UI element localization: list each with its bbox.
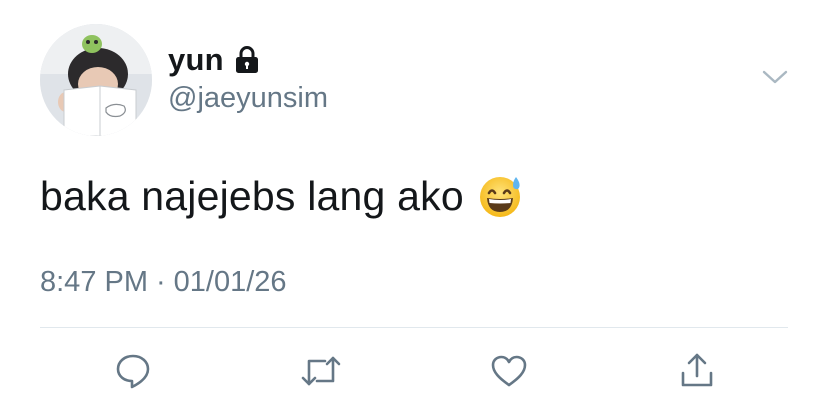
retweet-icon	[299, 351, 343, 396]
like-button[interactable]	[484, 348, 534, 398]
action-bar	[0, 348, 828, 398]
tweet-date: 01/01/26	[173, 266, 287, 298]
avatar-image	[40, 24, 152, 136]
tweet-timestamp[interactable]: 8:47 PM · 01/01/26	[40, 266, 287, 299]
reply-icon	[113, 351, 153, 396]
grinning-face-with-sweat-emoji	[478, 173, 524, 219]
tweet-text: baka najejebs lang ako	[40, 172, 464, 219]
display-name[interactable]: yun	[168, 42, 224, 78]
retweet-button[interactable]	[296, 348, 346, 398]
avatar[interactable]	[40, 24, 152, 136]
divider	[40, 327, 788, 328]
lock-icon	[232, 45, 262, 75]
reply-button[interactable]	[108, 348, 158, 398]
user-handle[interactable]: @jaeyunsim	[168, 82, 328, 115]
heart-icon	[489, 351, 529, 396]
tweet-time: 8:47 PM	[40, 266, 148, 298]
user-name-row: yun	[168, 40, 262, 80]
share-button[interactable]	[672, 348, 722, 398]
share-icon	[677, 351, 717, 396]
chevron-down-icon[interactable]	[758, 64, 792, 90]
tweet-text-row: baka najejebs lang ako	[40, 168, 524, 224]
meta-separator: ·	[156, 266, 166, 298]
